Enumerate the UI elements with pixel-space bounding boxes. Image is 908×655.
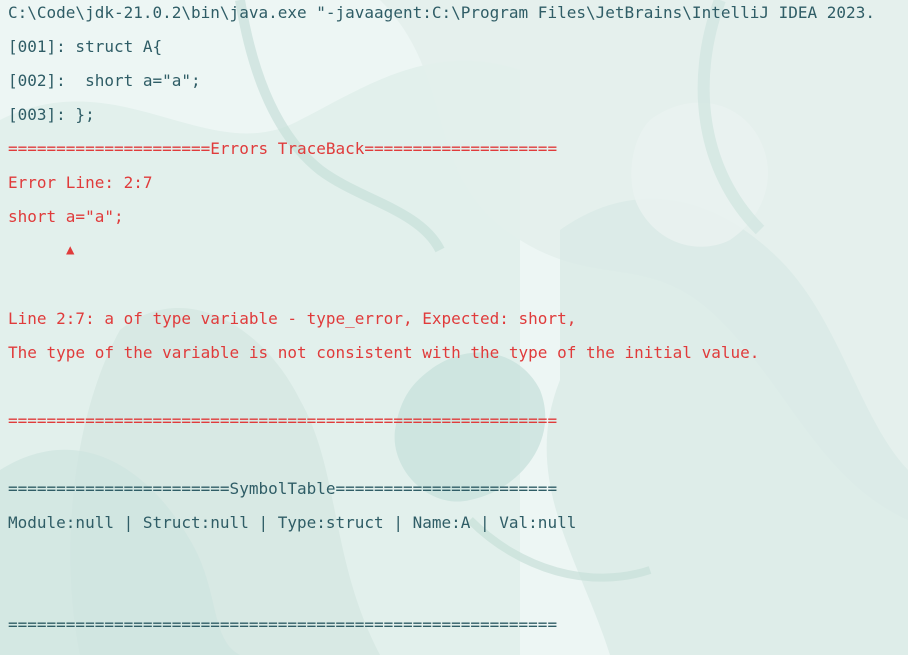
source-line-003: [003]: }; xyxy=(8,105,95,124)
error-message-detail: The type of the variable is not consiste… xyxy=(8,343,760,362)
error-message-type: Line 2:7: a of type variable - type_erro… xyxy=(8,309,577,328)
symbol-table-row: Module:null | Struct:null | Type:struct … xyxy=(8,513,577,532)
run-console-output[interactable]: C:\Code\jdk-21.0.2\bin\java.exe "-javaag… xyxy=(0,0,908,655)
symbol-table-header: =======================SymbolTable======… xyxy=(8,479,558,498)
command-line: C:\Code\jdk-21.0.2\bin\java.exe "-javaag… xyxy=(8,3,875,22)
source-line-001: [001]: struct A{ xyxy=(8,37,163,56)
error-code-snippet: short a="a"; xyxy=(8,207,124,226)
error-line-location: Error Line: 2:7 xyxy=(8,173,153,192)
source-line-002: [002]: short a="a"; xyxy=(8,71,201,90)
error-caret-icon: ▲ xyxy=(66,242,75,258)
symbol-table-footer: ========================================… xyxy=(8,615,558,634)
errors-traceback-header: =====================Errors TraceBack===… xyxy=(8,139,558,158)
errors-traceback-footer: ========================================… xyxy=(8,411,558,430)
